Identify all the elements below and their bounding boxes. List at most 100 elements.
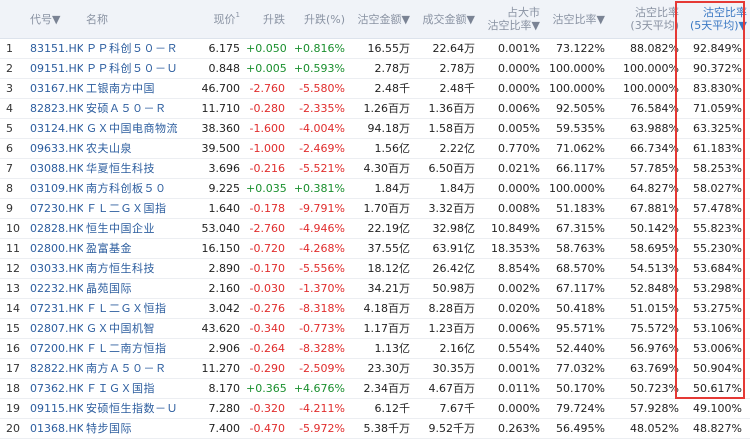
table-row[interactable]: 5 03124.HK ＧＸ中国电商物流 38.360 -1.600 -4.004% 94.1… (0, 118, 750, 139)
market-share-cell: 0.011% (478, 378, 543, 399)
stock-code-link[interactable]: 09633.HK (27, 138, 83, 159)
stock-name-link[interactable]: ＦＬ二ＧＸ国指 (83, 198, 190, 219)
change-pct-cell: -4.004% (288, 118, 348, 139)
stock-name-link[interactable]: 农夫山泉 (83, 138, 190, 159)
change-pct-cell: -5.556% (288, 258, 348, 279)
change-pct-cell: -5.580% (288, 78, 348, 99)
turnover-cell: 1.58百万 (413, 118, 478, 139)
stock-code-link[interactable]: 03167.HK (27, 78, 83, 99)
stock-code-link[interactable]: 07200.HK (27, 338, 83, 359)
header-change-pct[interactable]: 升跌(%) (288, 0, 348, 39)
turnover-cell: 50.98万 (413, 278, 478, 299)
stock-name-link[interactable]: ＦＩＧＸ国指 (83, 378, 190, 399)
stock-name-link[interactable]: 华夏恒生科技 (83, 158, 190, 179)
stock-name-link[interactable]: ＧＸ中国机智 (83, 318, 190, 339)
table-row[interactable]: 19 09115.HK 安硕恒生指数－Ｕ 7.280 -0.320 -4.211% 6.12… (0, 398, 750, 419)
short-ratio-5d-cell: 92.849% (682, 38, 750, 59)
stock-name-link[interactable]: 特步国际 (83, 418, 190, 439)
table-row[interactable]: 14 07231.HK ＦＬ二ＧＸ恒指 3.042 -0.276 -8.318% 4.18百… (0, 298, 750, 319)
market-share-cell: 0.001% (478, 38, 543, 59)
short-amount-cell: 1.84万 (348, 178, 413, 199)
header-price[interactable]: 现价1 (190, 0, 243, 39)
stock-code-link[interactable]: 82823.HK (27, 98, 83, 119)
header-code[interactable]: 代号▼ (27, 0, 83, 39)
header-short-ratio[interactable]: 沽空比率▼ (543, 0, 608, 39)
table-row[interactable]: 11 02800.HK 盈富基金 16.150 -0.720 -4.268% 37.55亿 6… (0, 238, 750, 259)
table-row[interactable]: 20 01368.HK 特步国际 7.400 -0.470 -5.972% 5.38千万 9.… (0, 418, 750, 439)
header-name[interactable]: 名称 (83, 0, 190, 39)
header-turnover[interactable]: 成交金额▼ (413, 0, 478, 39)
stock-name-link[interactable]: 安硕Ａ５０－Ｒ (83, 98, 190, 119)
stock-code-link[interactable]: 02828.HK (27, 218, 83, 239)
row-index: 2 (0, 58, 27, 79)
price-cell: 7.280 (190, 398, 243, 419)
stock-code-link[interactable]: 02800.HK (27, 238, 83, 259)
row-index: 1 (0, 38, 27, 59)
header-change[interactable]: 升跌 (243, 0, 288, 39)
stock-code-link[interactable]: 07231.HK (27, 298, 83, 319)
price-cell: 8.170 (190, 378, 243, 399)
stock-code-link[interactable]: 02232.HK (27, 278, 83, 299)
stock-name-link[interactable]: 工银南方中国 (83, 78, 190, 99)
price-cell: 7.400 (190, 418, 243, 439)
table-row[interactable]: 6 09633.HK 农夫山泉 39.500 -1.000 -2.469% 1.56亿 2.2… (0, 138, 750, 159)
stock-code-link[interactable]: 03088.HK (27, 158, 83, 179)
stock-name-link[interactable]: 盈富基金 (83, 238, 190, 259)
table-row[interactable]: 8 03109.HK 南方科创板５０ 9.225 +0.035 +0.381% 1.84万 1… (0, 178, 750, 199)
stock-code-link[interactable]: 02807.HK (27, 318, 83, 339)
stock-name-link[interactable]: 安硕恒生指数－Ｕ (83, 398, 190, 419)
stock-name-link[interactable]: ＦＬ二南方恒指 (83, 338, 190, 359)
stock-name-link[interactable]: 南方恒生科技 (83, 258, 190, 279)
table-row[interactable]: 17 82822.HK 南方Ａ５０－Ｒ 11.270 -0.290 -2.509% 23.3… (0, 358, 750, 379)
table-row[interactable]: 13 02232.HK 晶苑国际 2.160 -0.030 -1.370% 34.21万 50… (0, 278, 750, 299)
table-row[interactable]: 12 03033.HK 南方恒生科技 2.890 -0.170 -5.556% 18.12亿… (0, 258, 750, 279)
table-row[interactable]: 10 02828.HK 恒生中国企业 53.040 -2.760 -4.946% 22.19… (0, 218, 750, 239)
stock-code-link[interactable]: 07362.HK (27, 378, 83, 399)
stock-code-link[interactable]: 07230.HK (27, 198, 83, 219)
stock-name-link[interactable]: ＦＬ二ＧＸ恒指 (83, 298, 190, 319)
row-index: 17 (0, 358, 27, 379)
table-row[interactable]: 7 03088.HK 华夏恒生科技 3.696 -0.216 -5.521% 4.30百万 6… (0, 158, 750, 179)
stock-name-link[interactable]: 晶苑国际 (83, 278, 190, 299)
header-index (0, 0, 27, 39)
table-row[interactable]: 2 09151.HK ＰＰ科创５０－Ｕ 0.848 +0.005 +0.593% 2.78万… (0, 58, 750, 79)
stock-code-link[interactable]: 03124.HK (27, 118, 83, 139)
table-row[interactable]: 15 02807.HK ＧＸ中国机智 43.620 -0.340 -0.773% 1.17百… (0, 318, 750, 339)
market-share-cell: 0.021% (478, 158, 543, 179)
change-cell: -0.290 (243, 358, 288, 379)
table-row[interactable]: 1 83151.HK ＰＰ科创５０－Ｒ 6.175 +0.050 +0.816% 16.55… (0, 38, 750, 59)
header-price-label: 现价 (213, 12, 236, 26)
stock-code-link[interactable]: 01368.HK (27, 418, 83, 439)
header-short-ratio-3d[interactable]: 沽空比率 (3天平均) (608, 0, 682, 39)
short-ratio-cell: 77.032% (543, 358, 608, 379)
change-cell: +0.035 (243, 178, 288, 199)
stock-name-link[interactable]: ＧＸ中国电商物流 (83, 118, 190, 139)
stock-name-link[interactable]: 南方科创板５０ (83, 178, 190, 199)
short-ratio-cell: 52.440% (543, 338, 608, 359)
stock-code-link[interactable]: 09151.HK (27, 58, 83, 79)
stock-code-link[interactable]: 09115.HK (27, 398, 83, 419)
stock-code-link[interactable]: 83151.HK (27, 38, 83, 59)
stock-name-link[interactable]: ＰＰ科创５０－Ｒ (83, 38, 190, 59)
table-row[interactable]: 18 07362.HK ＦＩＧＸ国指 8.170 +0.365 +4.676% 2.34百万… (0, 378, 750, 399)
header-market-share[interactable]: 占大市 沽空比率▼ (478, 0, 543, 39)
short-amount-cell: 1.17百万 (348, 318, 413, 339)
table-row[interactable]: 3 03167.HK 工银南方中国 46.700 -2.760 -5.580% 2.48千 2… (0, 78, 750, 99)
stock-name-link[interactable]: 南方Ａ５０－Ｒ (83, 358, 190, 379)
turnover-cell: 32.98亿 (413, 218, 478, 239)
turnover-cell: 1.23百万 (413, 318, 478, 339)
stock-code-link[interactable]: 03109.HK (27, 178, 83, 199)
header-short-ratio-5d[interactable]: 沽空比率 (5天平均)▼ (682, 0, 750, 39)
change-pct-cell: -2.509% (288, 358, 348, 379)
stock-code-link[interactable]: 03033.HK (27, 258, 83, 279)
change-cell: -0.216 (243, 158, 288, 179)
stock-name-link[interactable]: ＰＰ科创５０－Ｕ (83, 58, 190, 79)
table-row[interactable]: 9 07230.HK ＦＬ二ＧＸ国指 1.640 -0.178 -9.791% 1.70百万… (0, 198, 750, 219)
short-ratio-cell: 67.315% (543, 218, 608, 239)
table-row[interactable]: 4 82823.HK 安硕Ａ５０－Ｒ 11.710 -0.280 -2.335% 1.26百… (0, 98, 750, 119)
header-short-amount[interactable]: 沽空金额▼ (348, 0, 413, 39)
stock-code-link[interactable]: 82822.HK (27, 358, 83, 379)
table-row[interactable]: 16 07200.HK ＦＬ二南方恒指 2.906 -0.264 -8.328% 1.13亿… (0, 338, 750, 359)
stock-name-link[interactable]: 恒生中国企业 (83, 218, 190, 239)
short-amount-cell: 18.12亿 (348, 258, 413, 279)
